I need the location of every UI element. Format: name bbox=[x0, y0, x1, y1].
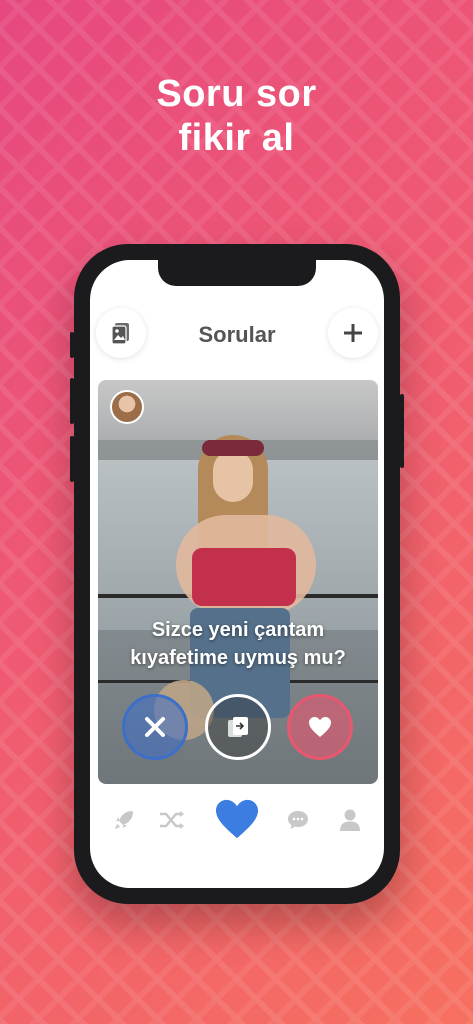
question-card[interactable]: Sizce yeni çantam kıyafetime uymuş mu? bbox=[98, 380, 378, 784]
rocket-icon bbox=[115, 811, 133, 829]
phone-power-button bbox=[400, 394, 404, 468]
app-header: Sorular bbox=[90, 308, 384, 360]
phone-notch bbox=[158, 260, 316, 286]
app-screen: Sorular Sizce yeni çantam kıyafetime uym… bbox=[90, 260, 384, 888]
nav-messages[interactable] bbox=[280, 800, 316, 840]
phone-volume-up bbox=[70, 378, 74, 424]
heart-icon bbox=[216, 799, 258, 839]
plus-icon bbox=[344, 324, 362, 342]
question-line-2: kıyafetime uymuş mu? bbox=[130, 647, 346, 669]
profile-icon bbox=[340, 809, 360, 831]
skip-card-icon bbox=[228, 717, 248, 737]
question-line-1: Sizce yeni çantam bbox=[151, 619, 325, 641]
headline-line-1: Soru sor bbox=[156, 73, 317, 115]
nav-discover[interactable] bbox=[106, 800, 142, 840]
phone-frame: Sorular Sizce yeni çantam kıyafetime uym… bbox=[70, 244, 404, 904]
phone-volume-down bbox=[70, 436, 74, 482]
like-button[interactable] bbox=[287, 694, 353, 760]
shuffle-icon bbox=[160, 811, 184, 829]
nav-profile[interactable] bbox=[332, 800, 368, 840]
headline-line-2: fikir al bbox=[178, 117, 295, 159]
nav-questions[interactable] bbox=[212, 792, 262, 846]
skip-button[interactable] bbox=[205, 694, 271, 760]
author-avatar[interactable] bbox=[110, 390, 144, 424]
chat-icon bbox=[288, 811, 308, 829]
add-question-button[interactable] bbox=[328, 308, 378, 358]
close-icon bbox=[145, 717, 165, 737]
phone-mute-switch bbox=[70, 332, 74, 358]
question-text: Sizce yeni çantam kıyafetime uymuş mu? bbox=[98, 616, 378, 672]
nav-shuffle[interactable] bbox=[154, 800, 190, 840]
bottom-navigation bbox=[90, 799, 384, 860]
marketing-headline: Soru sor fikir al bbox=[0, 72, 473, 160]
heart-icon bbox=[309, 717, 331, 737]
dislike-button[interactable] bbox=[122, 694, 188, 760]
